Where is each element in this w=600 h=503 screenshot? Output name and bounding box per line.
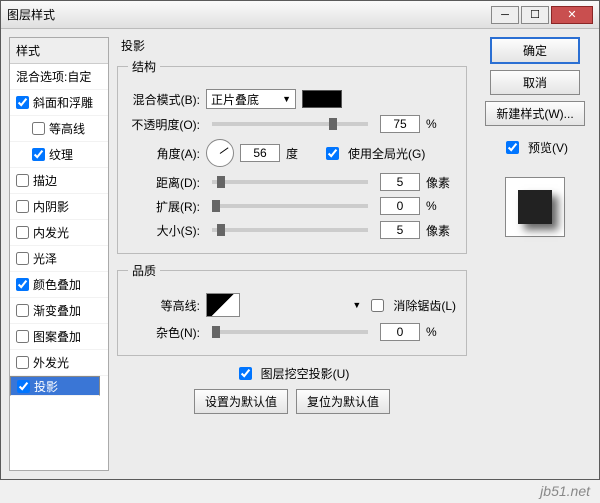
sidebar-item-label: 颜色叠加 [33,276,81,293]
maximize-button[interactable]: ☐ [521,6,549,24]
sidebar-item-4[interactable]: 内阴影 [10,194,108,220]
sidebar-item-9[interactable]: 图案叠加 [10,324,108,350]
sidebar-item-11[interactable]: 投影 [10,376,100,396]
sidebar-item-8[interactable]: 渐变叠加 [10,298,108,324]
angle-unit: 度 [286,145,316,162]
distance-label: 距离(D): [128,174,200,191]
spread-unit: % [426,199,456,213]
sidebar-item-1[interactable]: 等高线 [10,116,108,142]
size-value[interactable]: 5 [380,221,420,239]
sidebar-checkbox[interactable] [16,304,29,317]
watermark: jb51.net [540,483,590,499]
titlebar[interactable]: 图层样式 ─ ☐ ✕ [1,1,599,29]
close-button[interactable]: ✕ [551,6,593,24]
opacity-value[interactable]: 75 [380,115,420,133]
sidebar-checkbox[interactable] [16,174,29,187]
size-unit: 像素 [426,222,456,239]
distance-unit: 像素 [426,174,456,191]
sidebar-item-label: 等高线 [49,120,85,137]
right-column: 确定 取消 新建样式(W)... 预览(V) [475,37,595,471]
sidebar-item-label: 内阴影 [33,198,69,215]
angle-value[interactable]: 56 [240,144,280,162]
sidebar-item-label: 光泽 [33,250,57,267]
noise-label: 杂色(N): [128,324,200,341]
sidebar-item-label: 渐变叠加 [33,302,81,319]
spread-label: 扩展(R): [128,198,200,215]
quality-legend: 品质 [128,262,160,279]
sidebar-item-2[interactable]: 纹理 [10,142,108,168]
sidebar-item-label: 投影 [34,378,58,395]
distance-slider[interactable] [212,180,368,184]
global-light-checkbox[interactable] [326,147,339,160]
sidebar-item-10[interactable]: 外发光 [10,350,108,376]
new-style-button[interactable]: 新建样式(W)... [485,101,584,126]
styles-sidebar: 样式 混合选项:自定 斜面和浮雕等高线纹理描边内阴影内发光光泽颜色叠加渐变叠加图… [9,37,109,471]
shadow-color-swatch[interactable] [302,90,342,108]
sidebar-item-0[interactable]: 斜面和浮雕 [10,90,108,116]
blend-mode-select[interactable]: 正片叠底 ▼ [206,89,296,109]
angle-dial[interactable] [206,139,234,167]
noise-slider[interactable] [212,330,368,334]
angle-label: 角度(A): [128,145,200,162]
sidebar-checkbox[interactable] [16,200,29,213]
sidebar-item-label: 描边 [33,172,57,189]
knockout-checkbox[interactable] [239,367,252,380]
sidebar-item-label: 斜面和浮雕 [33,94,93,111]
blend-mode-value: 正片叠底 [211,91,259,108]
knockout-label: 图层挖空投影(U) [261,365,350,382]
sidebar-checkbox[interactable] [32,122,45,135]
quality-group: 品质 等高线: ▼ 消除锯齿(L) 杂色(N): 0 % [117,262,467,356]
sidebar-checkbox[interactable] [32,148,45,161]
panel-title: 投影 [121,37,467,54]
preview-label: 预览(V) [528,139,568,156]
drop-shadow-panel: 投影 结构 混合模式(B): 正片叠底 ▼ 不透明度(O): [117,37,467,471]
preview-thumbnail [505,177,565,237]
distance-value[interactable]: 5 [380,173,420,191]
antialias-label: 消除锯齿(L) [393,297,456,314]
size-label: 大小(S): [128,222,200,239]
sidebar-item-label: 内发光 [33,224,69,241]
sidebar-checkbox[interactable] [16,278,29,291]
sidebar-checkbox[interactable] [16,252,29,265]
sidebar-checkbox[interactable] [16,356,29,369]
set-default-button[interactable]: 设置为默认值 [194,389,288,414]
noise-unit: % [426,325,456,339]
sidebar-item-label: 纹理 [49,146,73,163]
sidebar-item-label: 外发光 [33,354,69,371]
layer-style-dialog: 图层样式 ─ ☐ ✕ 样式 混合选项:自定 斜面和浮雕等高线纹理描边内阴影内发光… [0,0,600,480]
structure-group: 结构 混合模式(B): 正片叠底 ▼ 不透明度(O): 75 % [117,58,467,254]
chevron-down-icon: ▼ [282,94,291,104]
sidebar-checkbox[interactable] [16,96,29,109]
sidebar-item-label: 图案叠加 [33,328,81,345]
opacity-label: 不透明度(O): [128,116,200,133]
preview-checkbox[interactable] [506,141,519,154]
blend-mode-label: 混合模式(B): [128,91,200,108]
global-light-label: 使用全局光(G) [348,145,425,162]
spread-value[interactable]: 0 [380,197,420,215]
cancel-button[interactable]: 取消 [490,70,580,95]
size-slider[interactable] [212,228,368,232]
reset-default-button[interactable]: 复位为默认值 [296,389,390,414]
chevron-down-icon[interactable]: ▼ [352,300,361,310]
antialias-checkbox[interactable] [371,299,384,312]
sidebar-item-3[interactable]: 描边 [10,168,108,194]
ok-button[interactable]: 确定 [490,37,580,64]
noise-value[interactable]: 0 [380,323,420,341]
spread-slider[interactable] [212,204,368,208]
sidebar-item-5[interactable]: 内发光 [10,220,108,246]
sidebar-item-6[interactable]: 光泽 [10,246,108,272]
structure-legend: 结构 [128,58,160,75]
contour-picker[interactable] [206,293,240,317]
sidebar-checkbox[interactable] [16,330,29,343]
opacity-unit: % [426,117,456,131]
sidebar-checkbox[interactable] [17,380,30,393]
contour-label: 等高线: [128,297,200,314]
blend-options-row[interactable]: 混合选项:自定 [10,64,108,90]
sidebar-item-7[interactable]: 颜色叠加 [10,272,108,298]
window-title: 图层样式 [7,6,489,23]
opacity-slider[interactable] [212,122,368,126]
minimize-button[interactable]: ─ [491,6,519,24]
sidebar-header: 样式 [10,38,108,64]
sidebar-checkbox[interactable] [16,226,29,239]
